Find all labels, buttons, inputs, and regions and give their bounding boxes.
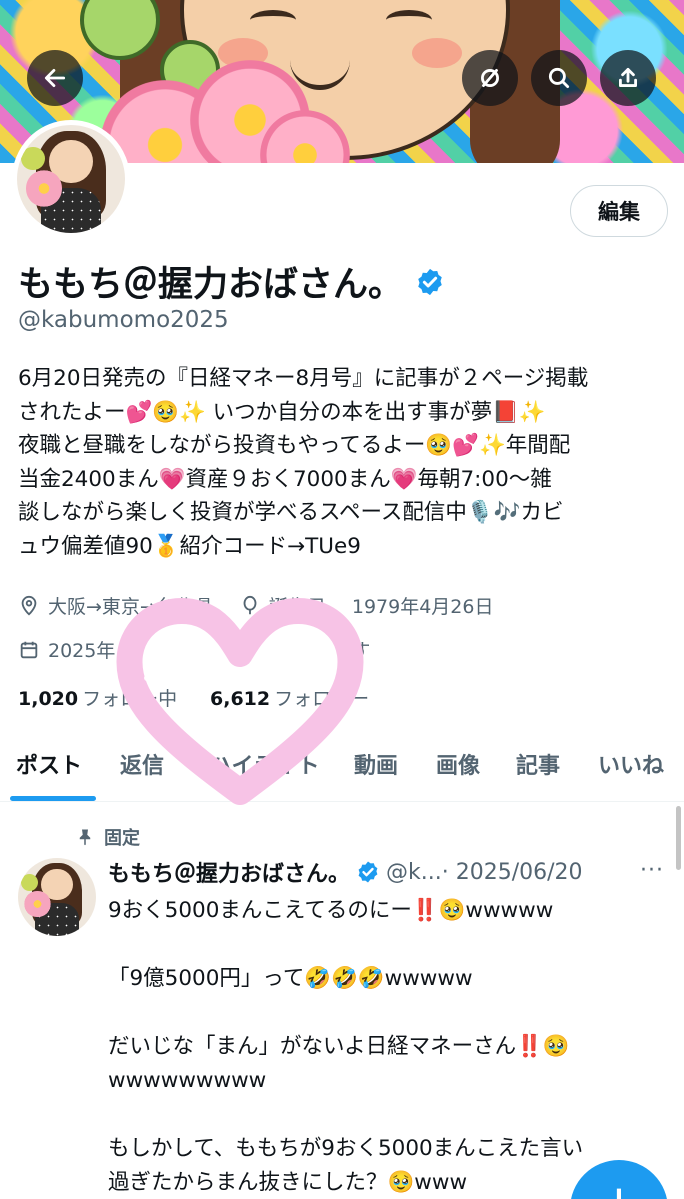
post-line xyxy=(108,1098,668,1132)
verified-badge-icon[interactable] xyxy=(415,267,445,297)
search-icon xyxy=(548,67,570,89)
verified-badge-icon xyxy=(358,861,378,883)
location-icon xyxy=(21,595,37,616)
bio-line: ュウ偏差値90🥇紹介コード→TUe9 xyxy=(18,533,361,559)
calendar-icon xyxy=(20,641,38,658)
grok-button[interactable] xyxy=(462,50,518,106)
bio-line: 夜職と昼職をしながら投資もやってるよー🥹💕✨年間配 xyxy=(18,433,571,458)
active-tab-indicator xyxy=(10,796,96,801)
following-count: 1,020 xyxy=(18,688,79,710)
share-button[interactable] xyxy=(600,50,656,106)
post-line: 「9億5000円」って🤣🤣🤣wwwww xyxy=(108,966,473,991)
joined-date-prefix: 2025年 xyxy=(48,640,116,662)
post-header: ももち＠握力おばさん。 @k... · 2025/06/20 xyxy=(108,856,583,888)
bio-line: されたよー💕🥹✨ いつか自分の本を出す事が夢📕✨ xyxy=(18,399,546,425)
post-author-name[interactable]: ももち＠握力おばさん。 xyxy=(108,856,350,888)
post-line xyxy=(108,928,668,962)
heart-sticker xyxy=(116,598,364,805)
post-text[interactable]: 9おく5000まんこえてるのにー‼️🥹wwwww 「9億5000円」って🤣🤣🤣w… xyxy=(108,894,668,1199)
pin-icon xyxy=(79,829,91,846)
post-line: 9おく5000まんこえてるのにー‼️🥹wwwww xyxy=(108,898,554,923)
tab-images[interactable]: 画像 xyxy=(436,748,480,780)
post-line: wwwwwwwww xyxy=(108,1068,267,1093)
tab-posts[interactable]: ポスト xyxy=(16,748,82,780)
search-button[interactable] xyxy=(531,50,587,106)
grok-icon xyxy=(481,69,499,87)
post-more-icon[interactable]: ··· xyxy=(640,858,664,883)
tab-likes[interactable]: いいね xyxy=(598,748,664,780)
profile-bio: 6月20日発売の『日経マネー8月号』に記事が２ページ掲載 されたよー💕🥹✨ いつ… xyxy=(18,362,670,563)
scrollbar[interactable] xyxy=(676,806,681,870)
bio-line: 談しながら楽しく投資が学べるスペース配信中🎙️🎶カビ xyxy=(18,500,564,525)
post-line: だいじな「まん」がないよ日経マネーさん‼️🥹 xyxy=(108,1034,570,1059)
profile-name: ももち＠握力おばさん。 xyxy=(18,256,445,307)
share-icon xyxy=(619,67,637,87)
post-line: もしかして、ももちが9おく5000まんこえた言い xyxy=(108,1136,584,1161)
profile-avatar[interactable] xyxy=(12,120,130,238)
post-avatar[interactable] xyxy=(18,858,96,936)
pinned-label: 固定 xyxy=(104,828,140,849)
arrow-left-icon xyxy=(44,69,66,87)
post-line xyxy=(108,996,668,1030)
bio-line: 6月20日発売の『日経マネー8月号』に記事が２ページ掲載 xyxy=(18,366,589,391)
profile-birthday: 1979年4月26日 xyxy=(351,596,494,618)
back-button[interactable] xyxy=(27,50,83,106)
edit-profile-button[interactable]: 編集 xyxy=(570,185,668,237)
bio-line: 当金2400まん💗資産９おく7000まん💗毎朝7:00～雑 xyxy=(18,466,552,492)
pinned-indicator: 固定 xyxy=(76,824,140,850)
tab-articles[interactable]: 記事 xyxy=(516,748,560,780)
post-author-handle[interactable]: @k... xyxy=(386,860,442,885)
profile-name-text: ももち＠握力おばさん。 xyxy=(18,265,404,305)
post-date[interactable]: · 2025/06/20 xyxy=(442,860,583,885)
profile-handle: @kabumomo2025 xyxy=(18,307,229,333)
